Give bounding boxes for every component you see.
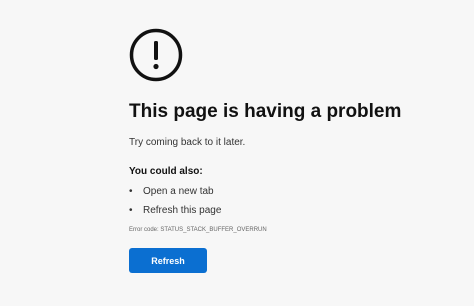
list-item: • Open a new tab <box>129 185 429 199</box>
list-item: • Refresh this page <box>129 204 429 218</box>
error-code: Error code: STATUS_STACK_BUFFER_OVERRUN <box>129 227 267 233</box>
error-page: This page is having a problem Try coming… <box>0 0 474 306</box>
exclamation-circle-icon <box>129 28 183 82</box>
suggestions-heading: You could also: <box>129 166 203 177</box>
suggestion-open-new-tab: Open a new tab <box>143 186 214 197</box>
suggestion-refresh-page: Refresh this page <box>143 205 222 216</box>
suggestions-list: • Open a new tab • Refresh this page <box>129 185 429 218</box>
page-title: This page is having a problem <box>129 101 402 122</box>
error-message: Try coming back to it later. <box>129 137 246 148</box>
bullet-icon: • <box>129 205 133 216</box>
refresh-button[interactable]: Refresh <box>129 248 207 273</box>
error-content: This page is having a problem Try coming… <box>129 28 429 273</box>
bullet-icon: • <box>129 186 133 197</box>
